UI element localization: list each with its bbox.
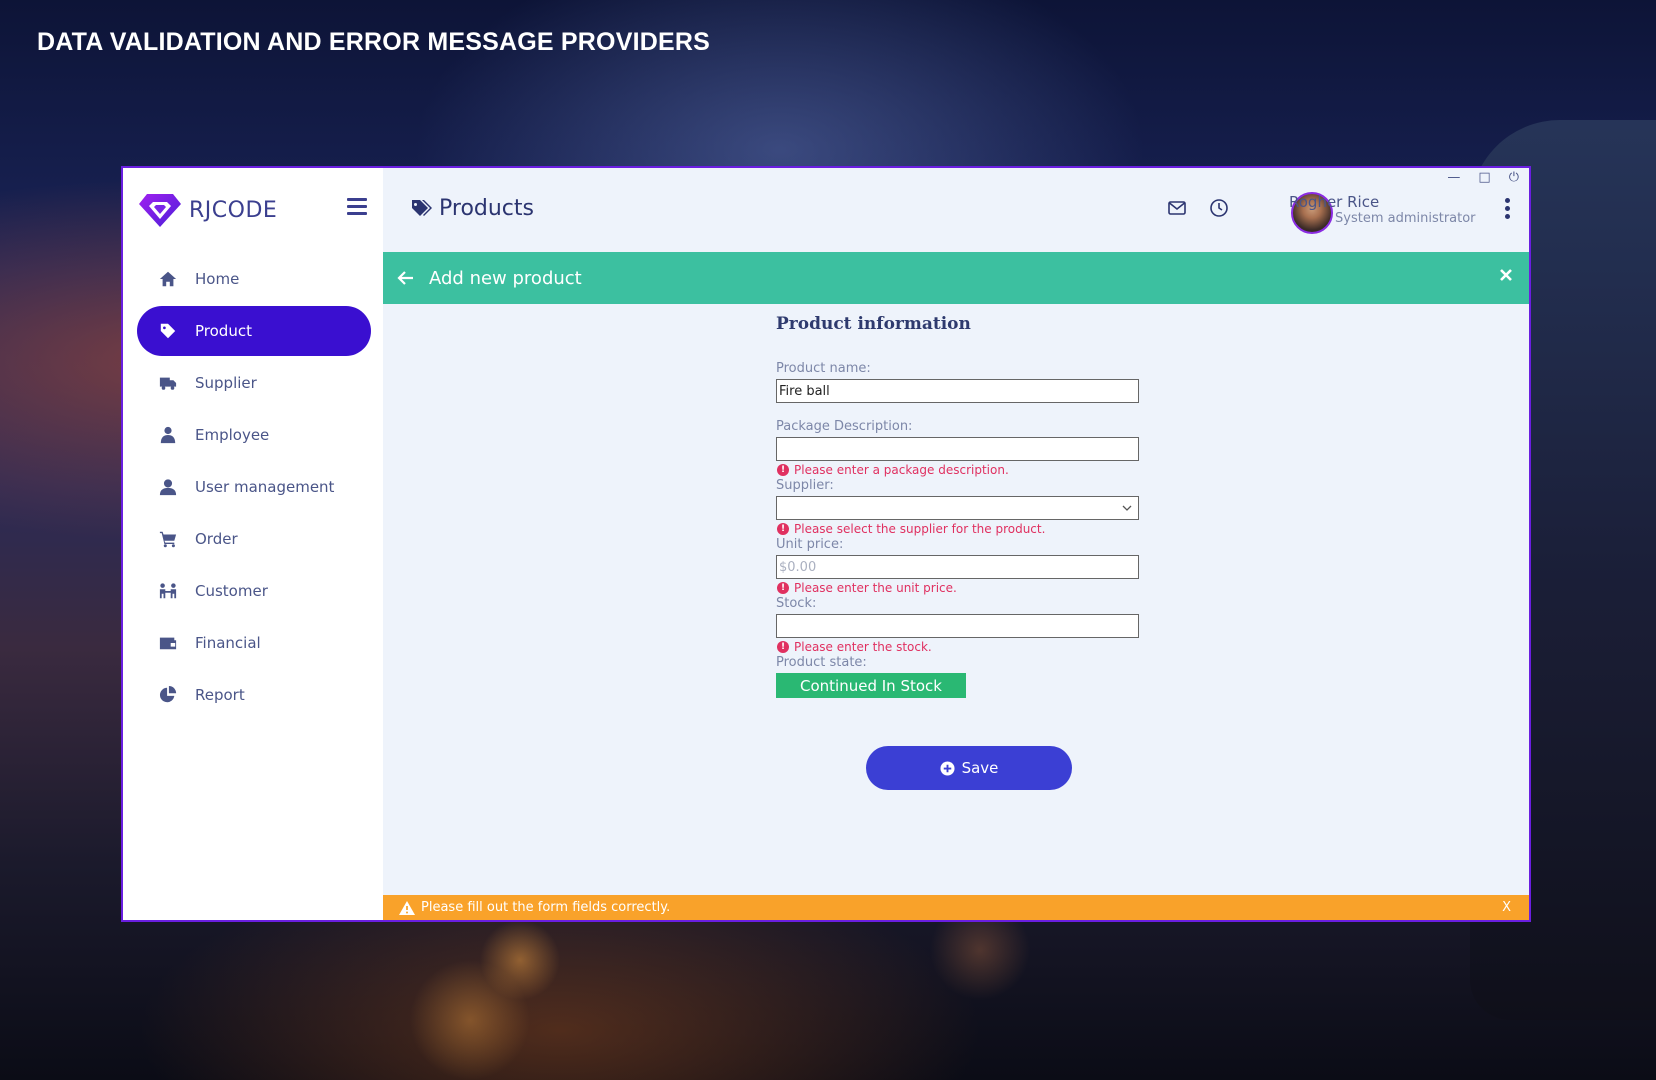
- app-window: RJCODE Home Product Supplier Employee Us…: [121, 166, 1531, 922]
- unit-price-label: Unit price:: [776, 537, 844, 552]
- home-icon: [157, 269, 179, 289]
- close-icon[interactable]: [1497, 266, 1515, 284]
- product-name-label: Product name:: [776, 361, 871, 376]
- form-title: Product information: [776, 314, 971, 334]
- product-form: Product information Product name: Packag…: [776, 314, 1156, 698]
- background-city-lights: [0, 900, 1656, 1080]
- sidebar-item-label: Home: [195, 270, 240, 288]
- sidebar-item-user-management[interactable]: User management: [137, 462, 371, 512]
- sidebar-item-label: User management: [195, 478, 335, 496]
- error-icon: !: [777, 641, 789, 653]
- save-button-label: Save: [961, 759, 999, 777]
- menu-toggle-icon[interactable]: [347, 198, 367, 216]
- stock-label: Stock:: [776, 596, 817, 611]
- cart-icon: [157, 529, 179, 549]
- package-description-label: Package Description:: [776, 419, 913, 434]
- sidebar-item-supplier[interactable]: Supplier: [137, 358, 371, 408]
- sidebar: RJCODE Home Product Supplier Employee Us…: [123, 168, 383, 920]
- pie-chart-icon: [157, 685, 179, 705]
- warning-close-button[interactable]: X: [1502, 900, 1511, 915]
- sidebar-item-order[interactable]: Order: [137, 514, 371, 564]
- sidebar-item-label: Product: [195, 322, 252, 340]
- diamond-logo-icon: [139, 194, 181, 227]
- logo: RJCODE: [139, 192, 277, 228]
- error-icon: !: [777, 523, 789, 535]
- sidebar-item-product[interactable]: Product: [137, 306, 371, 356]
- mail-icon[interactable]: [1167, 198, 1187, 218]
- truck-icon: [157, 373, 179, 393]
- sidebar-nav: Home Product Supplier Employee User mana…: [137, 254, 371, 722]
- product-state-toggle[interactable]: Continued In Stock: [776, 673, 966, 698]
- product-state-label: Product state:: [776, 655, 867, 670]
- more-options-icon[interactable]: [1505, 198, 1511, 222]
- warning-icon: [399, 900, 415, 915]
- supplier-label: Supplier:: [776, 478, 834, 493]
- product-name-input[interactable]: [776, 379, 1139, 403]
- sidebar-item-financial[interactable]: Financial: [137, 618, 371, 668]
- supplier-select[interactable]: [776, 496, 1139, 520]
- sidebar-item-report[interactable]: Report: [137, 670, 371, 720]
- user-name: Rogher Rice: [1289, 193, 1380, 211]
- tags-icon: [412, 199, 432, 216]
- form-header-title: Add new product: [429, 267, 582, 289]
- validation-warning-bar: Please fill out the form fields correctl…: [383, 895, 1529, 920]
- sidebar-item-employee[interactable]: Employee: [137, 410, 371, 460]
- plus-circle-icon: [940, 760, 955, 776]
- banner-title: DATA VALIDATION AND ERROR MESSAGE PROVID…: [37, 28, 710, 56]
- supplier-error: ! Please select the supplier for the pro…: [776, 521, 1156, 537]
- unit-price-input[interactable]: [776, 555, 1139, 579]
- stock-input[interactable]: [776, 614, 1139, 638]
- warning-message: Please fill out the form fields correctl…: [421, 900, 671, 915]
- error-icon: !: [777, 582, 789, 594]
- sidebar-item-label: Order: [195, 530, 238, 548]
- save-button[interactable]: Save: [866, 746, 1072, 790]
- logo-text: RJCODE: [189, 197, 278, 223]
- clock-icon[interactable]: [1209, 198, 1229, 218]
- top-bar: Products Rogher Rice System administrato…: [383, 168, 1529, 252]
- customers-icon: [157, 581, 179, 601]
- employee-icon: [157, 425, 179, 445]
- top-icons: [1167, 198, 1229, 218]
- sidebar-item-label: Report: [195, 686, 245, 704]
- main-area: — □ ⏻ Products Rogher Rice System admini…: [383, 168, 1529, 920]
- wallet-icon: [157, 633, 179, 653]
- form-header: Add new product: [383, 252, 1529, 304]
- package-description-input[interactable]: [776, 437, 1139, 461]
- unit-price-error: ! Please enter the unit price.: [776, 580, 1156, 596]
- package-description-error: ! Please enter a package description.: [776, 462, 1156, 478]
- sidebar-item-customer[interactable]: Customer: [137, 566, 371, 616]
- chevron-down-icon: [1122, 505, 1132, 511]
- stock-error: ! Please enter the stock.: [776, 639, 1156, 655]
- error-icon: !: [777, 464, 789, 476]
- page-title: Products: [411, 196, 534, 221]
- sidebar-item-label: Financial: [195, 634, 261, 652]
- user-icon: [157, 477, 179, 497]
- back-arrow-icon[interactable]: [397, 269, 415, 287]
- sidebar-item-label: Employee: [195, 426, 270, 444]
- sidebar-item-home[interactable]: Home: [137, 254, 371, 304]
- sidebar-item-label: Customer: [195, 582, 268, 600]
- user-role: System administrator: [1335, 211, 1476, 226]
- sidebar-item-label: Supplier: [195, 374, 257, 392]
- tag-icon: [157, 321, 179, 341]
